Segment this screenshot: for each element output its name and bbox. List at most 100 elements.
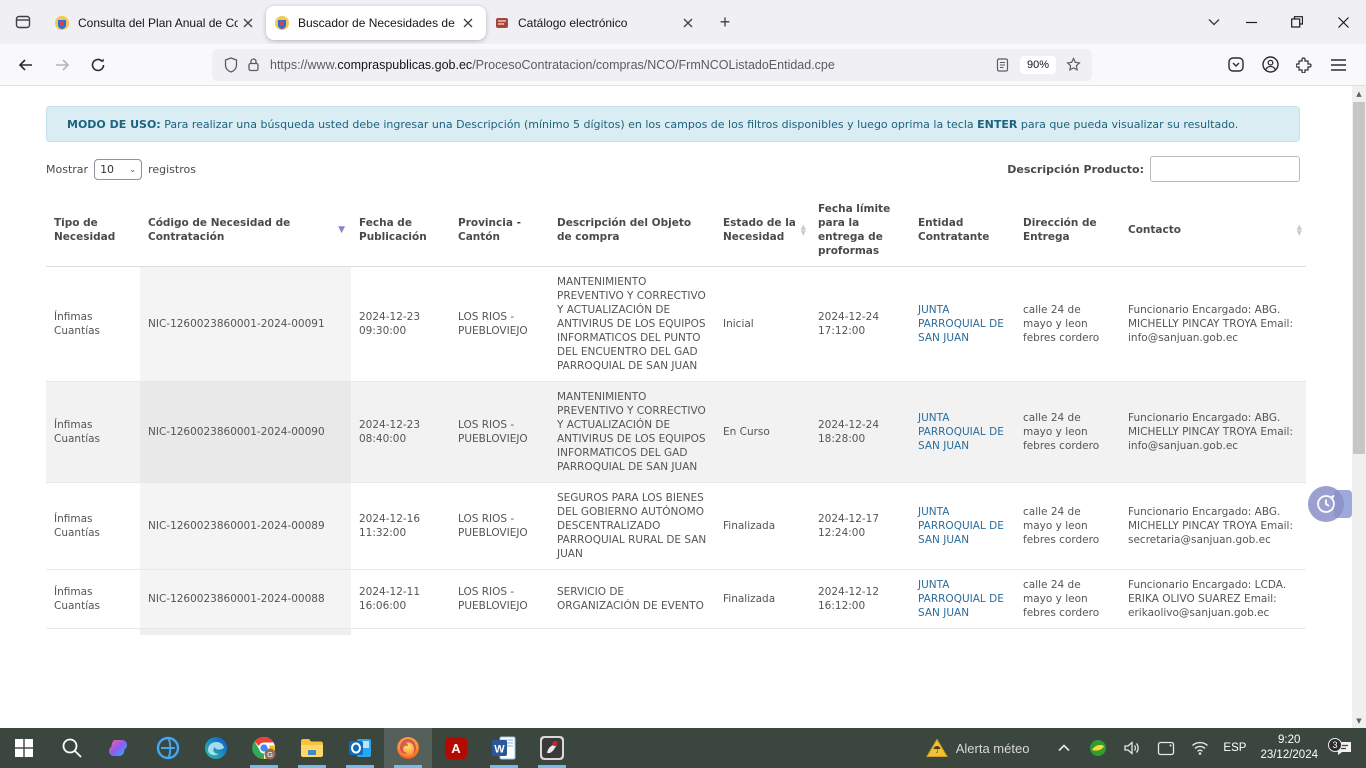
media-app-icon[interactable] [528,728,576,768]
cell-provincia-canton: LOS RIOS - PUEBLOVIEJO [450,483,549,570]
column-header[interactable]: Código de Necesidad de Contratación▼ [140,194,351,267]
reload-button[interactable] [82,49,114,81]
cell-fecha-limite: 2024-12-24 18:28:00 [810,382,910,483]
table-row: Ínfimas Cuantías NIC-1260023860001-2024-… [46,570,1306,629]
forward-button[interactable] [46,49,78,81]
taskbar-clock[interactable]: 9:20 23/12/2024 [1260,733,1318,763]
product-filter-input[interactable] [1150,156,1300,182]
necesidades-table: Tipo de NecesidadCódigo de Necesidad de … [46,194,1306,629]
cell-entidad-contratante: JUNTA PARROQUIAL DE SAN JUAN [910,570,1015,629]
entidad-contratante-link[interactable]: JUNTA PARROQUIAL DE SAN JUAN [918,579,1004,619]
scrollbar-thumb[interactable] [1353,102,1365,454]
menu-icon[interactable] [1322,49,1354,81]
cell-fecha-publicacion: 2024-12-23 09:30:00 [351,267,450,382]
minimize-button[interactable] [1228,0,1274,44]
extensions-icon[interactable] [1288,49,1320,81]
screen: Consulta del Plan Anual de Con Buscador … [0,0,1366,768]
column-header[interactable]: Fecha límite para la entrega de proforma… [810,194,910,267]
table-header-row: Tipo de NecesidadCódigo de Necesidad de … [46,194,1306,267]
browser-tab-plan-anual[interactable]: Consulta del Plan Anual de Con [46,6,266,40]
restore-button[interactable] [1274,0,1320,44]
taskbar-search-icon[interactable] [48,728,96,768]
cell-entidad-contratante: JUNTA PARROQUIAL DE SAN JUAN [910,483,1015,570]
tab-title: Catálogo electrónico [518,16,678,30]
tab-close-icon[interactable] [238,13,258,33]
list-all-tabs-icon[interactable] [1200,8,1228,36]
column-header[interactable]: Contacto▲▼ [1120,194,1306,267]
word-icon[interactable]: W [480,728,528,768]
edge-icon[interactable] [192,728,240,768]
column-header[interactable]: Descripción del Objeto de compra [549,194,715,267]
usage-note-banner: MODO DE USO: Para realizar una búsqueda … [46,106,1300,142]
cell-provincia-canton: LOS RIOS - PUEBLOVIEJO [450,382,549,483]
floating-widget[interactable] [1308,486,1352,522]
entidad-contratante-link[interactable]: JUNTA PARROQUIAL DE SAN JUAN [918,506,1004,546]
tab-close-icon[interactable] [678,13,698,33]
copilot-icon[interactable] [96,728,144,768]
weather-warning-icon [926,738,948,758]
browser-tab-buscador-necesidades[interactable]: Buscador de Necesidades de Co [266,6,486,40]
firefox-view-icon[interactable] [8,7,38,37]
tab-close-icon[interactable] [458,13,478,33]
url-bar[interactable]: https://www.compraspublicas.gob.ec/Proce… [212,49,1092,81]
wifi-icon[interactable] [1187,741,1213,755]
outlook-icon[interactable] [336,728,384,768]
account-icon[interactable] [1254,49,1286,81]
acrobat-icon[interactable]: A [432,728,480,768]
table-body: Ínfimas Cuantías NIC-1260023860001-2024-… [46,267,1306,629]
column-header[interactable]: Estado de la Necesidad▲▼ [715,194,810,267]
reader-view-icon[interactable] [992,54,1014,76]
cell-contacto: Funcionario Encargado: ABG. MICHELLY PIN… [1120,267,1306,382]
internet-explorer-icon[interactable] [144,728,192,768]
column-header[interactable]: Entidad Contratante [910,194,1015,267]
clock-overlay-icon [1308,486,1344,522]
svg-text:W: W [494,744,505,756]
weather-alert[interactable]: Alerta méteo [926,738,1030,758]
length-menu-suffix: registros [148,163,196,176]
column-header[interactable]: Provincia - Cantón [450,194,549,267]
cell-descripcion-objeto: SEGUROS PARA LOS BIENES DEL GOBIERNO AUT… [549,483,715,570]
new-tab-button[interactable]: + [710,7,740,37]
entidad-contratante-link[interactable]: JUNTA PARROQUIAL DE SAN JUAN [918,304,1004,344]
toolbar-right-icons [1220,49,1356,81]
scrollbar-down-icon[interactable]: ▼ [1352,713,1366,728]
cell-estado: Finalizada [715,483,810,570]
firefox-icon[interactable] [384,728,432,768]
chevron-down-icon: ⌄ [129,165,136,174]
file-explorer-icon[interactable] [288,728,336,768]
column-header[interactable]: Dirección de Entrega [1015,194,1120,267]
browser-tab-catalogo[interactable]: Catálogo electrónico [486,6,706,40]
volume-icon[interactable] [1119,740,1145,756]
pocket-icon[interactable] [1220,49,1252,81]
bookmark-star-icon[interactable] [1062,54,1084,76]
windows-taskbar: G A W Alerta méteo [0,728,1366,768]
keyboard-language[interactable]: ESP [1223,742,1246,754]
cell-provincia-canton: LOS RIOS - PUEBLOVIEJO [450,267,549,382]
close-button[interactable] [1320,0,1366,44]
scrollbar-up-icon[interactable]: ▲ [1352,86,1366,101]
ecuador-crest-favicon [54,15,70,31]
url-text: https://www.compraspublicas.gob.ec/Proce… [270,58,992,72]
table-row: Ínfimas Cuantías NIC-1260023860001-2024-… [46,267,1306,382]
display-icon[interactable] [1153,741,1179,756]
chrome-icon[interactable]: G [240,728,288,768]
clock-time: 9:20 [1278,734,1300,746]
tray-chevron-up-icon[interactable] [1051,744,1077,752]
tracking-shield-icon[interactable] [220,54,242,76]
table-row: Ínfimas Cuantías NIC-1260023860001-2024-… [46,382,1306,483]
cell-direccion-entrega: calle 24 de mayo y leon febres cordero [1015,382,1120,483]
entidad-contratante-link[interactable]: JUNTA PARROQUIAL DE SAN JUAN [918,412,1004,452]
page-scrollbar[interactable]: ▲ ▼ [1352,86,1366,728]
lock-icon[interactable] [242,54,264,76]
records-per-page-select[interactable]: 10 ⌄ [94,159,142,180]
column-header[interactable]: Tipo de Necesidad [46,194,140,267]
column-header[interactable]: Fecha de Publicación [351,194,450,267]
cell-provincia-canton: LOS RIOS - PUEBLOVIEJO [450,570,549,629]
length-menu: Mostrar 10 ⌄ registros [46,159,196,180]
notification-center-icon[interactable]: 3 [1326,740,1362,756]
svg-text:G: G [267,750,273,759]
antivirus-icon[interactable] [1085,739,1111,757]
back-button[interactable] [10,49,42,81]
zoom-level-indicator[interactable]: 90% [1020,56,1056,74]
start-button[interactable] [0,728,48,768]
